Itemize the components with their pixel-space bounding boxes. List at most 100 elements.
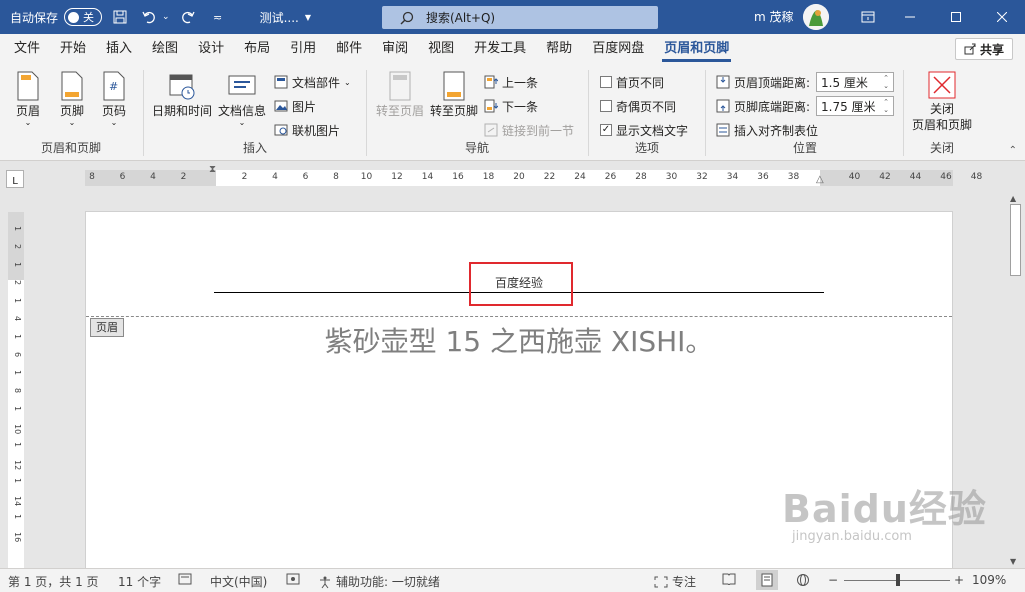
- close-header-footer-button[interactable]: 关闭 页眉和页脚: [912, 70, 972, 132]
- undo-icon[interactable]: [138, 5, 162, 29]
- vertical-scrollbar[interactable]: ▲ ▼: [1006, 192, 1025, 568]
- doc-info-button[interactable]: 文档信息 ⌄: [218, 70, 266, 127]
- goto-header-button[interactable]: 转至页眉: [376, 70, 424, 118]
- tab-review[interactable]: 审阅: [372, 34, 418, 64]
- scroll-up-icon[interactable]: ▲: [1010, 194, 1016, 203]
- group-navigation: 转至页眉 转至页脚 上一条 下一条 链接到前一节 导航: [368, 68, 586, 158]
- customize-qat-icon[interactable]: ≂: [206, 5, 230, 29]
- tab-layout[interactable]: 布局: [234, 34, 280, 64]
- vruler-number: 1: [13, 514, 22, 520]
- read-mode-icon[interactable]: [722, 573, 736, 585]
- toggle-knob: [68, 11, 80, 23]
- footer-distance-input[interactable]: 1.75 厘米 ⌃ ⌄: [816, 96, 894, 116]
- header-distance-value: 1.5 厘米: [821, 75, 868, 90]
- right-indent-marker-icon[interactable]: △: [816, 174, 824, 185]
- link-previous-button[interactable]: 链接到前一节: [484, 120, 574, 140]
- document-title[interactable]: 测试.... ▼: [260, 9, 311, 26]
- spin-arrows-icon[interactable]: ⌃ ⌄: [883, 98, 889, 114]
- accessibility-label: 辅助功能: 一切就绪: [336, 575, 440, 589]
- horizontal-ruler[interactable]: 8 6 4 2 2 4 6 8 10 12 14 16 18 20 22 24 26 28 30 32 34 36 38 40…: [85, 164, 982, 186]
- status-bar: 第 1 页，共 1 页 11 个字 中文(中国) 辅助功能: 一切就绪 专注 −…: [0, 568, 1025, 592]
- doc-parts-icon: [274, 75, 288, 89]
- tab-home[interactable]: 开始: [50, 34, 96, 64]
- insert-align-tab-button[interactable]: 插入对齐制表位: [716, 120, 818, 140]
- previous-button[interactable]: 上一条: [484, 72, 538, 92]
- online-picture-button[interactable]: 联机图片: [274, 120, 340, 140]
- next-button[interactable]: 下一条: [484, 96, 538, 116]
- show-document-text-checkbox[interactable]: ✓ 显示文档文字: [600, 120, 688, 140]
- page-number-button[interactable]: # 页码 ⌄: [100, 70, 128, 127]
- zoom-level[interactable]: 109%: [972, 573, 1006, 587]
- separator: [588, 70, 589, 156]
- page-count[interactable]: 第 1 页，共 1 页: [8, 573, 99, 590]
- tab-baidu-netdisk[interactable]: 百度网盘: [582, 34, 654, 64]
- tab-selector-icon[interactable]: L: [6, 170, 24, 188]
- user-name[interactable]: m 茂稼: [754, 8, 794, 25]
- vruler-number: 1: [13, 442, 22, 448]
- doc-parts-button[interactable]: 文档部件 ⌄: [274, 72, 351, 92]
- maximize-icon[interactable]: [933, 0, 979, 34]
- tab-design[interactable]: 设计: [188, 34, 234, 64]
- body-text[interactable]: 紫砂壶型 15 之西施壶 XISHI。: [86, 320, 952, 360]
- footer-distance-value: 1.75 厘米: [821, 99, 876, 114]
- focus-button[interactable]: 专注: [654, 573, 696, 590]
- print-layout-icon[interactable]: [756, 570, 778, 590]
- tab-view[interactable]: 视图: [418, 34, 464, 64]
- language[interactable]: 中文(中国): [210, 573, 267, 590]
- ruler-number: 14: [421, 172, 434, 182]
- ribbon-display-icon[interactable]: [856, 5, 880, 29]
- scroll-down-icon[interactable]: ▼: [1010, 557, 1016, 566]
- proofing-icon[interactable]: [178, 573, 192, 585]
- ruler-number: 4: [272, 172, 278, 182]
- ruler-number: 12: [391, 172, 403, 182]
- avatar[interactable]: [803, 4, 829, 30]
- ruler-area: L 8 6 4 2 2 4 6 8 10 12 14 16 18 20 22 24 26 28 30 32 34 36 38…: [0, 162, 1025, 192]
- vruler-number: 4: [13, 316, 22, 322]
- doc-title-text: 测试....: [259, 10, 299, 25]
- scroll-thumb[interactable]: [1010, 204, 1021, 276]
- header-button[interactable]: 页眉 ⌄: [14, 70, 42, 127]
- picture-button[interactable]: 图片: [274, 96, 316, 116]
- text-predictions-icon[interactable]: [286, 573, 300, 585]
- undo-dropdown-icon[interactable]: ⌄: [162, 12, 170, 22]
- zoom-thumb[interactable]: [896, 574, 900, 586]
- tab-developer[interactable]: 开发工具: [464, 34, 536, 64]
- close-icon[interactable]: [979, 0, 1025, 34]
- tab-help[interactable]: 帮助: [536, 34, 582, 64]
- header-distance-icon: [716, 75, 730, 89]
- tab-file[interactable]: 文件: [4, 34, 50, 64]
- zoom-in-icon[interactable]: +: [954, 573, 964, 587]
- vertical-ruler[interactable]: 1 2 1 2 1 4 1 6 1 8 1 10 1 12 1 14 1 16: [8, 212, 24, 568]
- footer-button[interactable]: 页脚 ⌄: [58, 70, 86, 127]
- share-button[interactable]: 共享: [954, 38, 1013, 60]
- tab-mailings[interactable]: 邮件: [326, 34, 372, 64]
- tab-insert[interactable]: 插入: [96, 34, 142, 64]
- spin-arrows-icon[interactable]: ⌃ ⌄: [883, 74, 889, 90]
- different-odd-even-checkbox[interactable]: 奇偶页不同: [600, 96, 676, 116]
- header-distance-input[interactable]: 1.5 厘米 ⌃ ⌄: [816, 72, 894, 92]
- redo-icon[interactable]: [176, 5, 200, 29]
- group-options: 首页不同 奇偶页不同 ✓ 显示文档文字 选项: [590, 68, 704, 158]
- search-box[interactable]: 搜索(Alt+Q): [382, 6, 658, 29]
- word-count[interactable]: 11 个字: [118, 573, 161, 590]
- minimize-icon[interactable]: [887, 0, 933, 34]
- autosave-toggle[interactable]: 关: [64, 8, 103, 26]
- zoom-out-icon[interactable]: −: [828, 573, 838, 587]
- ruler-number: 24: [574, 172, 586, 182]
- save-icon[interactable]: [108, 5, 132, 29]
- header-distance-row: 页眉顶端距离:: [716, 72, 810, 92]
- goto-footer-button[interactable]: 转至页脚: [430, 70, 478, 118]
- different-first-page-checkbox[interactable]: 首页不同: [600, 72, 664, 92]
- tab-header-footer[interactable]: 页眉和页脚: [654, 34, 739, 64]
- tab-references[interactable]: 引用: [280, 34, 326, 64]
- accessibility-icon: [320, 576, 330, 588]
- web-layout-icon[interactable]: [796, 573, 810, 587]
- chevron-down-icon: ⌄: [110, 118, 118, 127]
- autosave[interactable]: 自动保存 关: [10, 8, 103, 26]
- collapse-ribbon-icon[interactable]: ⌃: [1009, 145, 1017, 156]
- date-time-button[interactable]: 日期和时间: [152, 70, 212, 118]
- accessibility-status[interactable]: 辅助功能: 一切就绪: [318, 573, 440, 590]
- indent-marker-icon[interactable]: ⧗: [209, 164, 216, 175]
- tab-draw[interactable]: 绘图: [142, 34, 188, 64]
- calendar-icon: [169, 74, 195, 100]
